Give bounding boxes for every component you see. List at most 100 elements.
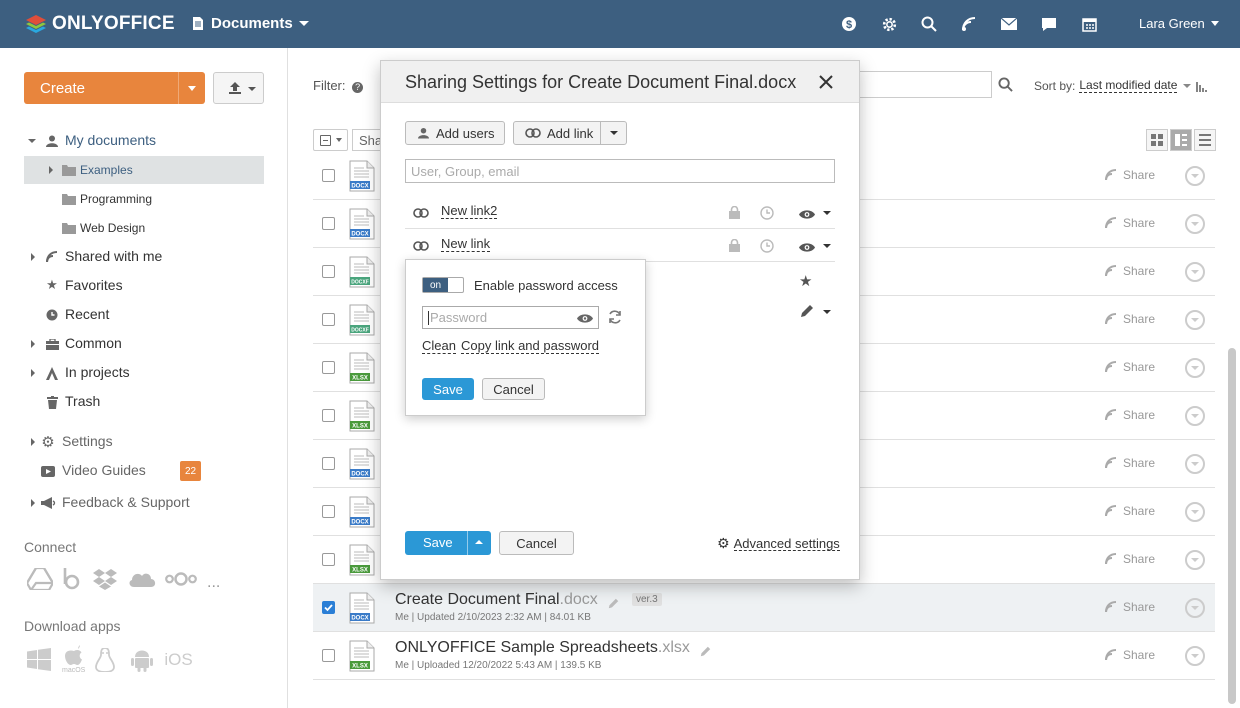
windows-icon[interactable]: [27, 647, 51, 672]
row-checkbox[interactable]: [322, 505, 335, 518]
row-share-button[interactable]: Share: [1105, 456, 1155, 470]
expand-arrow-icon[interactable]: [31, 438, 35, 446]
dropbox-icon[interactable]: [93, 568, 117, 590]
advanced-settings-link[interactable]: ⚙ Advanced settings: [717, 535, 840, 552]
row-menu-icon[interactable]: [1185, 502, 1205, 522]
expand-arrow-icon[interactable]: [31, 340, 35, 348]
row-share-button[interactable]: Share: [1105, 168, 1155, 182]
row-share-button[interactable]: Share: [1105, 264, 1155, 278]
password-input[interactable]: Password: [422, 306, 599, 329]
row-checkbox[interactable]: [322, 553, 335, 566]
grid-view-button[interactable]: [1146, 129, 1168, 151]
tree-examples[interactable]: Examples: [24, 156, 264, 184]
nextcloud-icon[interactable]: [165, 572, 197, 586]
user-menu[interactable]: Lara Green: [1139, 16, 1219, 31]
upload-button[interactable]: [213, 72, 264, 104]
search-icon[interactable]: [919, 14, 939, 34]
link-name[interactable]: New link2: [441, 204, 498, 219]
chevron-down-icon[interactable]: [610, 131, 618, 135]
row-menu-icon[interactable]: [1185, 646, 1205, 666]
row-checkbox[interactable]: [322, 361, 335, 374]
tree-programming[interactable]: Programming: [24, 185, 264, 213]
pencil-icon[interactable]: [608, 596, 619, 614]
row-checkbox[interactable]: [322, 313, 335, 326]
row-share-button[interactable]: Share: [1105, 504, 1155, 518]
box-icon[interactable]: [63, 568, 81, 590]
gear-icon[interactable]: [879, 14, 899, 34]
create-button[interactable]: Create: [24, 72, 205, 104]
file-name[interactable]: ONLYOFFICE Sample Spreadsheets.xlsx: [395, 639, 690, 657]
row-share-button[interactable]: Share: [1105, 360, 1155, 374]
file-row[interactable]: DOCX Create Document Final.docx Me | Updat…: [313, 584, 1215, 632]
google-drive-icon[interactable]: [27, 568, 53, 590]
user-group-email-input[interactable]: User, Group, email: [405, 159, 835, 183]
tree-shared-with-me[interactable]: Shared with me: [24, 243, 264, 271]
add-users-button[interactable]: Add users: [405, 121, 505, 145]
tree-recent[interactable]: Recent: [24, 301, 264, 329]
more-services[interactable]: ...: [207, 574, 220, 592]
filter-search-input[interactable]: [858, 71, 992, 98]
eye-icon[interactable]: [798, 240, 816, 258]
save-button[interactable]: Save: [405, 531, 491, 555]
row-checkbox[interactable]: [322, 649, 335, 662]
payments-icon[interactable]: $: [839, 14, 859, 34]
close-icon[interactable]: [819, 72, 833, 95]
file-name[interactable]: Create Document Final.docx: [395, 591, 598, 609]
tree-favorites[interactable]: ★ Favorites: [24, 272, 264, 300]
lock-icon[interactable]: [729, 205, 740, 224]
tree-feedback-support[interactable]: Feedback & Support: [24, 489, 264, 517]
clock-icon[interactable]: [760, 206, 774, 225]
expand-arrow-icon[interactable]: [31, 499, 35, 507]
expand-arrow-icon[interactable]: [28, 139, 36, 143]
help-icon[interactable]: ?: [352, 82, 364, 93]
file-row[interactable]: XLSX ONLYOFFICE Sample Spreadsheets.xlsx M…: [313, 632, 1215, 680]
expand-arrow-icon[interactable]: [31, 253, 35, 261]
feed-icon[interactable]: [959, 14, 979, 34]
row-share-button[interactable]: Share: [1105, 600, 1155, 614]
version-badge[interactable]: ver.3: [632, 593, 662, 606]
ios-label[interactable]: iOS: [164, 650, 192, 670]
share-toolbar-button[interactable]: Sha: [352, 129, 382, 151]
lock-icon[interactable]: [729, 238, 740, 257]
row-menu-icon[interactable]: [1185, 166, 1205, 186]
pencil-icon[interactable]: [700, 644, 711, 662]
android-icon[interactable]: [131, 648, 154, 672]
linux-icon[interactable]: [95, 647, 116, 672]
row-checkbox[interactable]: [322, 409, 335, 422]
tree-settings[interactable]: ⚙ Settings: [24, 428, 264, 456]
onedrive-icon[interactable]: [127, 569, 157, 589]
row-checkbox[interactable]: [322, 601, 335, 614]
row-checkbox[interactable]: [322, 265, 335, 278]
row-menu-icon[interactable]: [1185, 550, 1205, 570]
select-all-checkbox[interactable]: [313, 129, 348, 151]
popup-cancel-button[interactable]: Cancel: [482, 378, 545, 400]
chevron-down-icon[interactable]: [823, 244, 831, 248]
add-link-button[interactable]: Add link: [513, 121, 627, 145]
row-share-button[interactable]: Share: [1105, 552, 1155, 566]
tree-video-guides[interactable]: Video Guides 22: [24, 457, 264, 485]
mail-icon[interactable]: [999, 14, 1019, 34]
row-menu-icon[interactable]: [1185, 214, 1205, 234]
refresh-icon[interactable]: [607, 309, 623, 330]
row-checkbox[interactable]: [322, 457, 335, 470]
copy-link-and-password[interactable]: Copy link and password: [461, 339, 600, 354]
chevron-up-icon[interactable]: [475, 540, 483, 544]
row-menu-icon[interactable]: [1185, 454, 1205, 474]
row-share-button[interactable]: Share: [1105, 216, 1155, 230]
cancel-button[interactable]: Cancel: [499, 531, 574, 555]
row-menu-icon[interactable]: [1185, 598, 1205, 618]
row-share-button[interactable]: Share: [1105, 312, 1155, 326]
popup-save-button[interactable]: Save: [422, 378, 474, 400]
expand-arrow-icon[interactable]: [31, 369, 35, 377]
tree-in-projects[interactable]: In projects: [24, 359, 264, 387]
chevron-down-icon[interactable]: [823, 310, 831, 314]
calendar-icon[interactable]: [1079, 14, 1099, 34]
eye-icon[interactable]: [798, 207, 816, 225]
row-share-button[interactable]: Share: [1105, 408, 1155, 422]
eye-icon[interactable]: [576, 312, 594, 327]
sort-value[interactable]: Last modified date: [1079, 78, 1178, 93]
expand-arrow-icon[interactable]: [49, 166, 53, 174]
compact-view-button[interactable]: [1170, 129, 1192, 151]
module-switcher[interactable]: Documents: [192, 15, 309, 32]
search-icon[interactable]: [998, 77, 1013, 97]
